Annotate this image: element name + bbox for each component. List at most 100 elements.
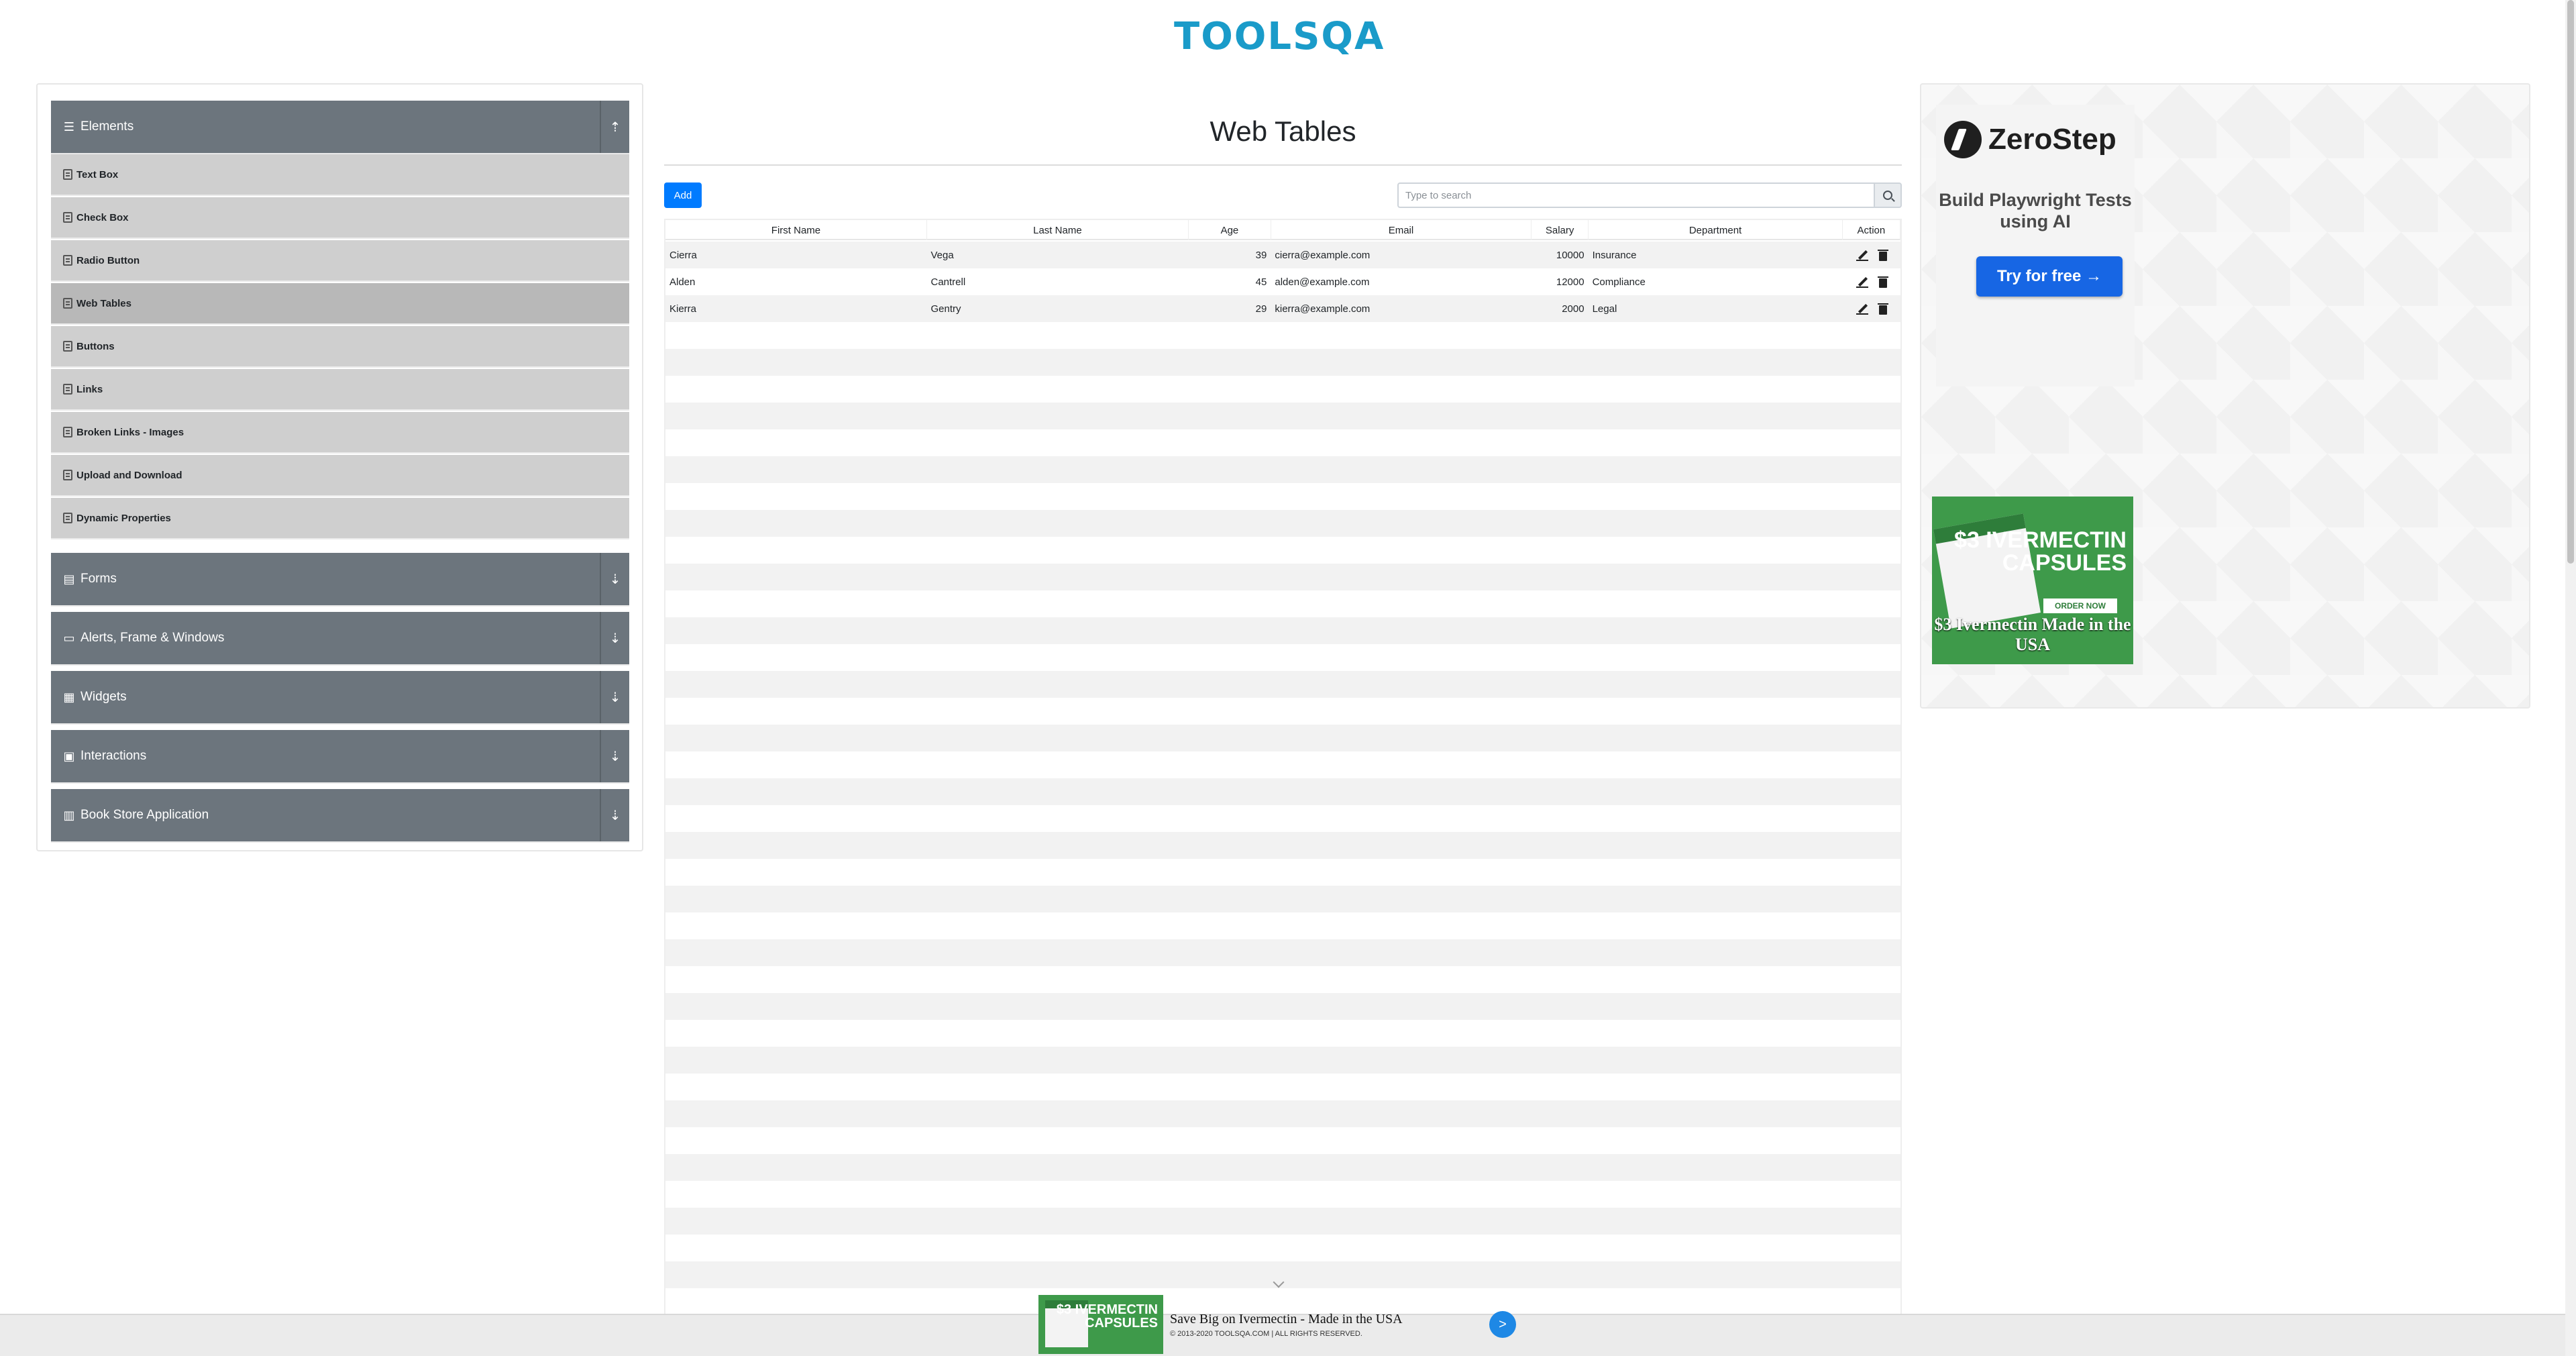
table-row — [665, 859, 1900, 886]
empty-cell — [1531, 322, 1589, 349]
table-cell: 29 — [1255, 303, 1267, 315]
sidebar-item-web-tables[interactable]: Web Tables — [51, 283, 629, 325]
empty-cell — [1271, 966, 1531, 993]
sidebar-item-upload-and-download[interactable]: Upload and Download — [51, 455, 629, 497]
empty-cell — [665, 322, 927, 349]
column-header-salary[interactable]: Salary — [1532, 220, 1589, 240]
empty-cell — [1531, 1261, 1589, 1288]
empty-cell — [927, 886, 1189, 912]
empty-cell — [927, 805, 1189, 832]
empty-cell — [1531, 1288, 1589, 1314]
column-header-first-name[interactable]: First Name — [665, 220, 927, 240]
expand-icon[interactable]: ⇣ — [600, 730, 629, 782]
empty-cell — [1271, 483, 1531, 510]
sidebar-item-check-box[interactable]: Check Box — [51, 197, 629, 239]
collapse-icon[interactable]: ⇡ — [600, 101, 629, 153]
empty-cell — [1589, 939, 1842, 966]
expand-icon[interactable]: ⇣ — [600, 612, 629, 664]
group-header-forms[interactable]: ▤ Forms ⇣ — [51, 553, 629, 607]
empty-cell — [1531, 671, 1589, 698]
empty-cell — [1531, 1047, 1589, 1074]
expand-icon[interactable]: ⇣ — [600, 671, 629, 723]
empty-cell — [1842, 617, 1900, 644]
empty-cell — [927, 671, 1189, 698]
edit-icon[interactable] — [1856, 303, 1868, 315]
list-icon: ☰ — [63, 119, 75, 134]
column-header-last-name[interactable]: Last Name — [927, 220, 1189, 240]
sidebar-item-dynamic-properties[interactable]: Dynamic Properties — [51, 498, 629, 539]
bottom-ad-title[interactable]: Save Big on Ivermectin - Made in the USA — [1170, 1312, 1403, 1327]
empty-cell — [665, 966, 927, 993]
expand-icon[interactable]: ⇣ — [600, 789, 629, 841]
empty-cell — [1188, 349, 1271, 376]
sidebar-item-broken-links-images[interactable]: Broken Links - Images — [51, 412, 629, 454]
empty-cell — [1271, 1181, 1531, 1208]
empty-cell — [1271, 510, 1531, 537]
edit-icon[interactable] — [1856, 276, 1868, 288]
column-header-email[interactable]: Email — [1271, 220, 1532, 240]
delete-icon[interactable] — [1877, 249, 1888, 261]
group-header-alerts-frame-windows[interactable]: ▭ Alerts, Frame & Windows ⇣ — [51, 612, 629, 666]
empty-cell — [1589, 1154, 1842, 1181]
table-cell: Cantrell — [930, 276, 966, 288]
column-header-age[interactable]: Age — [1189, 220, 1271, 240]
column-header-action[interactable]: Action — [1843, 220, 1900, 240]
empty-cell — [1589, 993, 1842, 1020]
empty-cell — [1531, 1181, 1589, 1208]
empty-cell — [1842, 483, 1900, 510]
empty-cell — [1531, 1020, 1589, 1047]
bottom-ad-next-button[interactable]: > — [1489, 1311, 1516, 1338]
sidebar-item-text-box[interactable]: Text Box — [51, 154, 629, 196]
empty-cell — [1842, 429, 1900, 456]
sidebar-item-label: Links — [76, 383, 103, 395]
try-for-free-button[interactable]: Try for free → — [1976, 256, 2123, 297]
form-icon: ▤ — [63, 572, 75, 586]
empty-cell — [1531, 698, 1589, 725]
page-title: Web Tables — [1210, 115, 1356, 147]
empty-cell — [1842, 751, 1900, 778]
empty-cell — [927, 725, 1189, 751]
group-header-book-store-application[interactable]: ▥ Book Store Application ⇣ — [51, 789, 629, 843]
page-scrollbar-thumb[interactable] — [2567, 0, 2574, 564]
search-input[interactable] — [1397, 182, 1874, 208]
sidebar-item-buttons[interactable]: Buttons — [51, 326, 629, 368]
empty-cell — [927, 376, 1189, 403]
search-box — [1397, 182, 1902, 208]
column-header-department[interactable]: Department — [1589, 220, 1843, 240]
group-header-interactions[interactable]: ▣ Interactions ⇣ — [51, 730, 629, 784]
empty-cell — [1842, 1181, 1900, 1208]
group-header-widgets[interactable]: ▦ Widgets ⇣ — [51, 671, 629, 725]
bottom-ad-image[interactable]: $3 IVERMECTIN CAPSULES — [1038, 1295, 1163, 1354]
table-cell: Legal — [1592, 303, 1617, 315]
empty-cell — [1531, 859, 1589, 886]
empty-cell — [1589, 1181, 1842, 1208]
empty-cell — [1271, 1047, 1531, 1074]
ivermectin-ad[interactable]: $3 IVERMECTIN CAPSULES ORDER NOW $3 Iver… — [1932, 497, 2133, 664]
delete-icon[interactable] — [1877, 276, 1888, 288]
table-row — [665, 993, 1900, 1020]
zerostep-ad[interactable]: ZeroStep Build Playwright Tests using AI… — [1936, 105, 2135, 386]
table-row — [665, 1208, 1900, 1235]
empty-cell — [1842, 698, 1900, 725]
edit-icon[interactable] — [1856, 249, 1868, 261]
empty-cell — [665, 1127, 927, 1154]
group-label: Elements — [80, 119, 134, 134]
table-row: Kierra Gentry 29 kierra@example.com 2000 Lega… — [665, 295, 1900, 322]
empty-cell — [1188, 1047, 1271, 1074]
add-new-record-button[interactable]: Add — [664, 182, 702, 208]
empty-cell — [1531, 617, 1589, 644]
table-row — [665, 778, 1900, 805]
empty-cell — [927, 939, 1189, 966]
sidebar-item-links[interactable]: Links — [51, 369, 629, 411]
empty-cell — [1271, 590, 1531, 617]
search-button[interactable] — [1874, 182, 1902, 208]
row-actions — [1842, 268, 1900, 295]
group-header-elements[interactable]: ☰ Elements ⇡ — [51, 101, 629, 154]
empty-cell — [1842, 590, 1900, 617]
sidebar-item-radio-button[interactable]: Radio Button — [51, 240, 629, 282]
expand-icon[interactable]: ⇣ — [600, 553, 629, 605]
delete-icon[interactable] — [1877, 303, 1888, 315]
toolsqa-logo[interactable]: TOOLSQA — [1174, 9, 1395, 63]
empty-cell — [1271, 832, 1531, 859]
window-icon: ▭ — [63, 631, 75, 645]
